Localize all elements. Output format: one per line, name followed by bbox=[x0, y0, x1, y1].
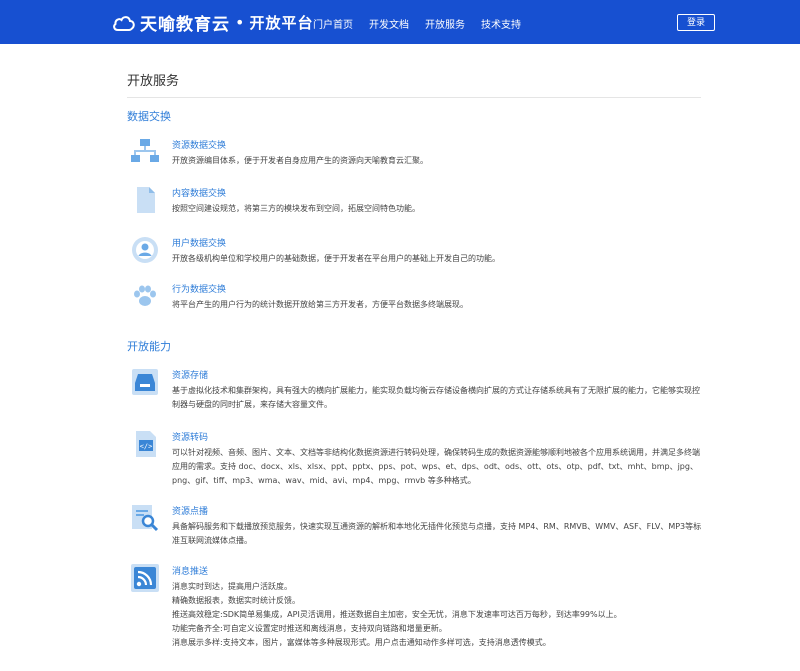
brand-name: 天喻教育云 bbox=[140, 15, 230, 35]
main-content: 开放服务 数据交换 资源数据交换 开放资源编目体系，便于开发者自身应用产生的资源… bbox=[127, 70, 701, 647]
service-desc: 开放资源编目体系，便于开发者自身应用产生的资源向天喻教育云汇聚。 bbox=[172, 156, 428, 165]
nav-services[interactable]: 开放服务 bbox=[425, 16, 465, 31]
page-title: 开放服务 bbox=[127, 70, 701, 98]
code-icon: </> bbox=[136, 431, 156, 457]
capability-name[interactable]: 消息推送 bbox=[172, 564, 208, 577]
service-name[interactable]: 行为数据交换 bbox=[172, 282, 226, 295]
service-name[interactable]: 用户数据交换 bbox=[172, 236, 226, 249]
document-icon bbox=[137, 187, 155, 213]
paw-icon bbox=[134, 285, 156, 306]
top-navbar: 天喻教育云 • 开放平台 门户首页 开发文档 开放服务 技术支持 登录 bbox=[0, 0, 800, 44]
capability-desc: 消息实时到达，提高用户活跃度。 精确数据报表，数据实时统计反馈。 推送高效稳定:… bbox=[172, 582, 622, 647]
capability-desc: 基于虚拟化技术和集群架构，具有强大的横向扩展能力，能实现负载均衡云存储设备横向扩… bbox=[172, 386, 700, 409]
service-desc: 开放各级机构单位和学校用户的基础数据，便于开发者在平台用户的基础上开发自己的功能… bbox=[172, 254, 500, 263]
section-title-data-exchange: 数据交换 bbox=[127, 110, 171, 123]
svg-text:</>: </> bbox=[140, 443, 153, 451]
service-name[interactable]: 内容数据交换 bbox=[172, 186, 226, 199]
network-icon bbox=[131, 139, 159, 162]
capability-desc: 可以针对视频、音频、图片、文本、文档等非结构化数据资源进行转码处理，确保转码生成… bbox=[172, 448, 700, 485]
nav-support[interactable]: 技术支持 bbox=[481, 16, 521, 31]
main-nav: 门户首页 开发文档 开放服务 技术支持 bbox=[313, 16, 537, 31]
cloud-logo-icon bbox=[113, 15, 135, 31]
nav-home[interactable]: 门户首页 bbox=[313, 16, 353, 31]
logo[interactable]: 天喻教育云 • 开放平台 bbox=[112, 10, 313, 35]
section-title-capabilities: 开放能力 bbox=[127, 340, 171, 353]
user-circle-icon bbox=[132, 237, 158, 263]
login-button[interactable]: 登录 bbox=[677, 14, 715, 31]
storage-icon bbox=[132, 369, 158, 395]
search-doc-icon bbox=[132, 505, 159, 532]
capability-name[interactable]: 资源点播 bbox=[172, 504, 208, 517]
brand-separator: • bbox=[235, 13, 245, 32]
service-name[interactable]: 资源数据交换 bbox=[172, 138, 226, 151]
capability-name[interactable]: 资源存储 bbox=[172, 368, 208, 381]
brand-subtitle: 开放平台 bbox=[249, 14, 314, 32]
nav-docs[interactable]: 开发文档 bbox=[369, 16, 409, 31]
service-desc: 按照空间建设规范，将第三方的模块发布到空间，拓展空间特色功能。 bbox=[172, 204, 420, 213]
capability-name[interactable]: 资源转码 bbox=[172, 430, 208, 443]
capability-desc: 具备解码服务和下载播放预览服务，快速实现互通资源的解析和本地化无插件化预览与点播… bbox=[172, 522, 702, 545]
rss-icon bbox=[131, 564, 159, 592]
service-desc: 将平台产生的用户行为的统计数据开放给第三方开发者，方便平台数据多终端展现。 bbox=[172, 300, 468, 309]
